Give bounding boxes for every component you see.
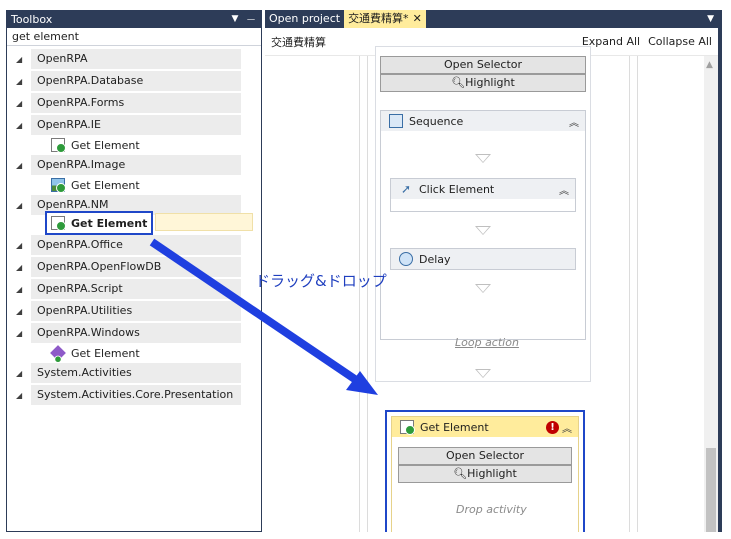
arrow-shaft [149, 238, 365, 388]
drag-drop-label: ドラッグ&ドロップ [255, 272, 387, 290]
